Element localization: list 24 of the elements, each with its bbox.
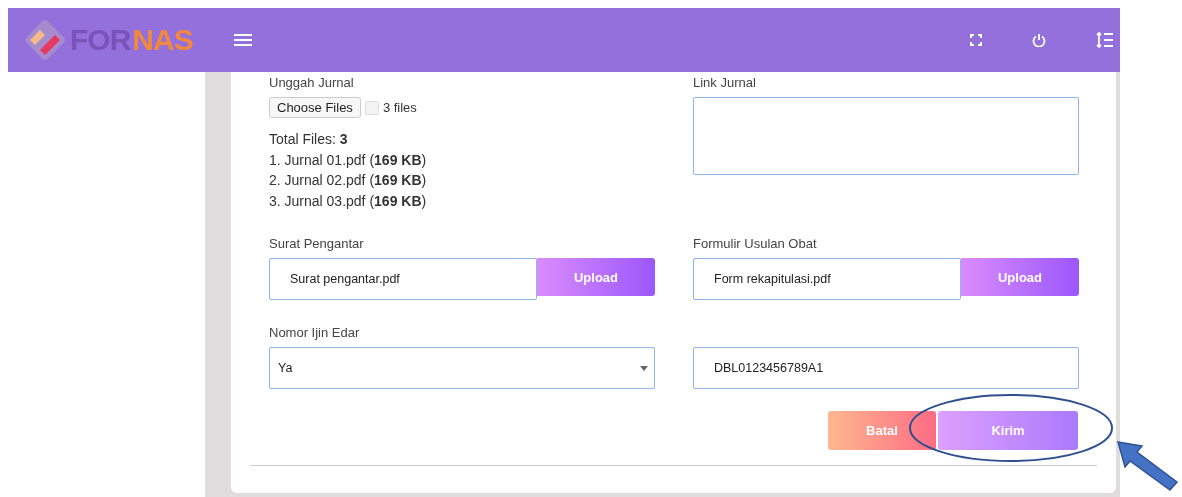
file-item: 1. Jurnal 01.pdf (169 KB) <box>269 150 428 170</box>
field-label: Surat Pengantar <box>269 236 365 252</box>
pointer-arrow <box>1114 438 1180 493</box>
file-count: 3 files <box>382 100 417 115</box>
total-files: Total Files: 3 <box>269 130 349 149</box>
select-field[interactable]: Ya <box>269 347 655 389</box>
link-field[interactable] <box>693 97 1079 175</box>
logo-text: NAS <box>132 23 193 57</box>
permit-number-field[interactable]: DBL0123456789A1 <box>693 347 1079 389</box>
field-label: Link Jurnal <box>693 75 757 91</box>
power-icon[interactable] <box>1032 33 1046 47</box>
fullscreen-icon[interactable] <box>970 34 982 46</box>
menu-icon[interactable] <box>234 33 252 47</box>
field-label: Nomor Ijin Edar <box>269 325 361 341</box>
file-icon <box>364 100 379 115</box>
sort-lines-icon[interactable] <box>1096 32 1114 48</box>
choose-files-button[interactable]: Choose Files <box>269 97 361 118</box>
file-item: 2. Jurnal 02.pdf (169 KB) <box>269 171 428 190</box>
field-label: Unggah Jurnal <box>269 75 355 91</box>
file-name-field[interactable]: Surat pengantar.pdf <box>269 258 537 300</box>
caret-icon <box>640 365 648 371</box>
file-item: 3. Jurnal 03.pdf (169 KB) <box>269 191 428 211</box>
field-label: Formulir Usulan Obat <box>693 236 818 252</box>
file-name-field[interactable]: Form rekapitulasi.pdf <box>693 258 961 300</box>
